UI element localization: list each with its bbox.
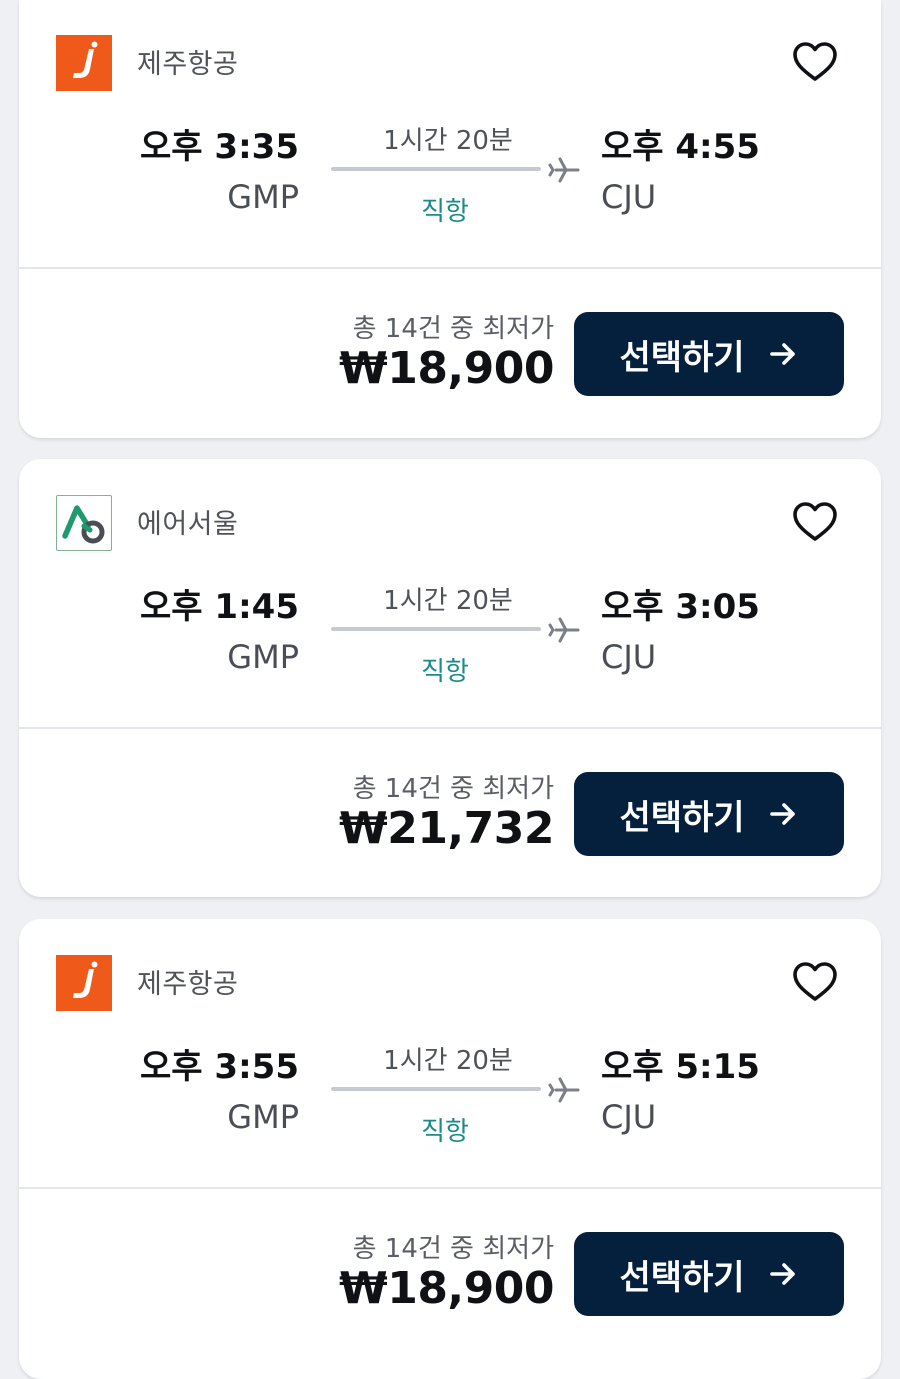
price: ₩18,900	[339, 343, 554, 394]
flight-duration: 1시간 20분	[383, 126, 513, 156]
arrival-time: 오후 3:05	[601, 587, 760, 627]
airline-name: 제주항공	[137, 969, 239, 1000]
arrival-airport-code: CJU	[601, 638, 657, 676]
select-button-label: 선택하기	[619, 797, 745, 838]
heart-outline-icon[interactable]	[791, 498, 839, 546]
arrival-airport-code: CJU	[601, 1098, 657, 1136]
arrival-time: 오후 5:15	[601, 1047, 760, 1087]
arrow-right-icon	[767, 1258, 799, 1290]
departure-time: 오후 1:45	[140, 587, 299, 627]
direct-flight-label: 직항	[421, 657, 469, 687]
select-button[interactable]: 선택하기	[574, 772, 844, 856]
price-note: 총 14건 중 최저가	[352, 774, 554, 804]
jeju-air-logo-icon	[56, 35, 112, 91]
airplane-icon	[547, 1073, 581, 1107]
route-line	[331, 627, 541, 631]
airplane-icon	[547, 153, 581, 187]
direct-flight-label: 직항	[421, 1117, 469, 1147]
airline-name: 에어서울	[137, 509, 239, 540]
price-note: 총 14건 중 최저가	[352, 314, 554, 344]
airplane-icon	[547, 613, 581, 647]
select-button-label: 선택하기	[619, 1257, 745, 1298]
flight-duration: 1시간 20분	[383, 1046, 513, 1076]
flight-card[interactable]: 제주항공 오후 3:35 GMP 1시간 20분 직항 오후 4:55 CJU …	[19, 0, 881, 438]
heart-outline-icon[interactable]	[791, 958, 839, 1006]
flight-card[interactable]: 에어서울 오후 1:45 GMP 1시간 20분 직항 오후 3:05 CJU …	[19, 459, 881, 897]
departure-airport-code: GMP	[227, 1098, 299, 1136]
price: ₩21,732	[339, 803, 554, 854]
price: ₩18,900	[339, 1263, 554, 1314]
arrival-time: 오후 4:55	[601, 127, 760, 167]
jeju-air-logo-icon	[56, 955, 112, 1011]
air-seoul-logo-icon	[56, 495, 112, 551]
direct-flight-label: 직항	[421, 197, 469, 227]
select-button-label: 선택하기	[619, 337, 745, 378]
select-button[interactable]: 선택하기	[574, 312, 844, 396]
price-note: 총 14건 중 최저가	[352, 1234, 554, 1264]
card-divider	[19, 267, 881, 269]
route-line	[331, 1087, 541, 1091]
route-line	[331, 167, 541, 171]
select-button[interactable]: 선택하기	[574, 1232, 844, 1316]
departure-airport-code: GMP	[227, 638, 299, 676]
flight-duration: 1시간 20분	[383, 586, 513, 616]
arrival-airport-code: CJU	[601, 178, 657, 216]
airline-name: 제주항공	[137, 49, 239, 80]
card-divider	[19, 727, 881, 729]
arrow-right-icon	[767, 798, 799, 830]
departure-airport-code: GMP	[227, 178, 299, 216]
flight-card[interactable]: 제주항공 오후 3:55 GMP 1시간 20분 직항 오후 5:15 CJU …	[19, 919, 881, 1379]
departure-time: 오후 3:35	[140, 127, 299, 167]
arrow-right-icon	[767, 338, 799, 370]
flight-results-list: 제주항공 오후 3:35 GMP 1시간 20분 직항 오후 4:55 CJU …	[0, 0, 900, 1379]
card-divider	[19, 1187, 881, 1189]
heart-outline-icon[interactable]	[791, 38, 839, 86]
departure-time: 오후 3:55	[140, 1047, 299, 1087]
